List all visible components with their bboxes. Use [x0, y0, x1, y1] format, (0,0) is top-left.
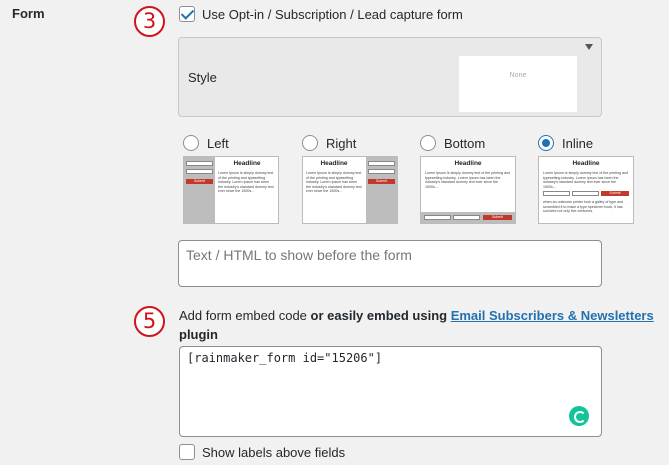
optin-checkbox[interactable] — [179, 6, 195, 22]
style-label: Style — [188, 70, 217, 85]
position-inline-label: Inline — [562, 135, 594, 151]
position-bottom-thumbnail[interactable]: Headline Lorem Ipsum is simply dummy tex… — [420, 156, 516, 224]
embed-bold-text: or easily embed using — [310, 308, 451, 323]
position-bottom-radio[interactable] — [420, 135, 436, 151]
embed-code-textarea[interactable]: [rainmaker_form id="15206"] — [179, 346, 602, 437]
thumb-text: Lorem Ipsum is simply dummy text of the … — [543, 171, 629, 189]
thumb-headline: Headline — [454, 160, 482, 167]
step-three-badge: 3 — [134, 6, 165, 37]
thumb-submit: Submit — [186, 179, 213, 184]
position-left-thumbnail[interactable]: Submit Headline Lorem Ipsum is simply du… — [183, 156, 279, 224]
grammarly-icon[interactable] — [569, 406, 589, 426]
style-preview-text: None — [509, 72, 527, 79]
chevron-down-icon[interactable] — [585, 44, 593, 50]
position-right-thumbnail[interactable]: Submit Headline Lorem Ipsum is simply du… — [302, 156, 398, 224]
embed-suffix: plugin — [179, 327, 218, 342]
thumb-text: Lorem Ipsum is simply dummy text of the … — [218, 171, 274, 194]
thumb-text: Lorem Ipsum is simply dummy text of the … — [425, 171, 511, 189]
optin-checkbox-row[interactable]: Use Opt-in / Subscription / Lead capture… — [179, 6, 463, 22]
embed-prefix: Add form embed code — [179, 308, 311, 323]
position-inline-option[interactable]: Inline — [538, 135, 593, 151]
thumb-submit: Submit — [483, 215, 512, 220]
embed-description: Add form embed code or easily embed usin… — [179, 306, 659, 344]
style-select[interactable]: Style None — [178, 37, 602, 117]
thumb-text-extra: when an unknown printer took a galley of… — [543, 200, 624, 214]
position-inline-thumbnail[interactable]: Headline Lorem Ipsum is simply dummy tex… — [538, 156, 634, 224]
thumb-text: Lorem Ipsum is simply dummy text of the … — [306, 171, 362, 194]
optin-label: Use Opt-in / Subscription / Lead capture… — [202, 6, 463, 22]
text-html-field[interactable]: Text / HTML to show before the form — [178, 240, 602, 287]
position-right-label: Right — [326, 135, 357, 151]
step-five-badge: 5 — [134, 306, 165, 337]
position-right-radio[interactable] — [302, 135, 318, 151]
thumb-submit: Submit — [368, 179, 395, 184]
style-preview: None — [459, 56, 577, 112]
position-bottom-label: Bottom — [444, 135, 486, 151]
position-left-option[interactable]: Left — [183, 135, 229, 151]
show-labels-row[interactable]: Show labels above fields — [179, 444, 345, 460]
position-left-radio[interactable] — [183, 135, 199, 151]
thumb-headline: Headline — [572, 160, 600, 167]
thumb-headline: Headline — [320, 160, 348, 167]
email-subscribers-link[interactable]: Email Subscribers & Newsletters — [451, 308, 654, 323]
show-labels-label: Show labels above fields — [202, 444, 346, 460]
position-right-option[interactable]: Right — [302, 135, 356, 151]
show-labels-checkbox[interactable] — [179, 444, 195, 460]
thumb-submit: Submit — [601, 191, 629, 196]
thumb-headline: Headline — [233, 160, 261, 167]
position-inline-radio[interactable] — [538, 135, 554, 151]
position-bottom-option[interactable]: Bottom — [420, 135, 485, 151]
position-left-label: Left — [207, 135, 229, 151]
form-label: Form — [12, 6, 45, 21]
